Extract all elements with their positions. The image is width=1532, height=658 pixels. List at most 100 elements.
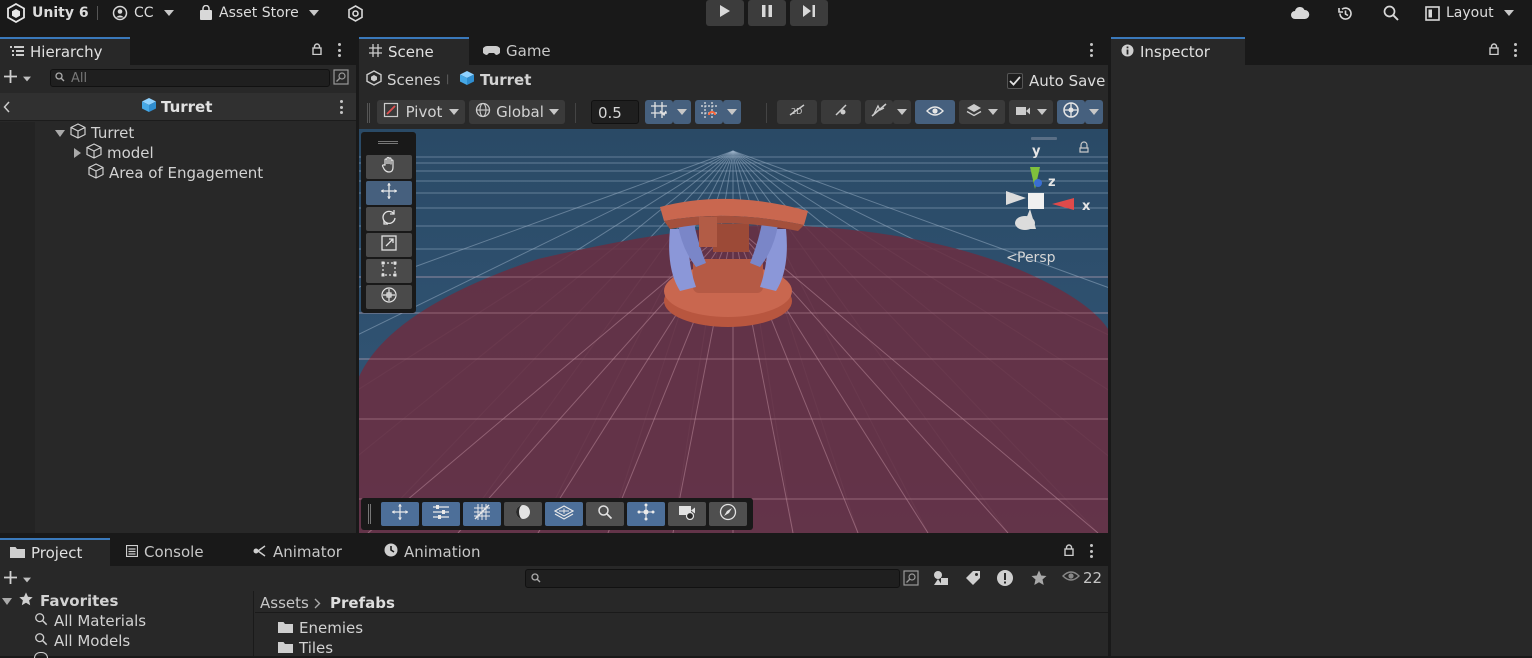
projection-label[interactable]: Persp <box>1017 250 1056 266</box>
auto-save-toggle[interactable]: Auto Save <box>1007 72 1105 90</box>
tab-console[interactable]: Console <box>116 538 214 566</box>
step-button[interactable] <box>790 0 828 26</box>
splitter[interactable] <box>0 533 1108 536</box>
toggle-2d-button[interactable]: 2D <box>777 100 817 124</box>
unity-menu[interactable]: Unity 6 <box>6 0 89 26</box>
hand-tool-button[interactable] <box>366 155 412 179</box>
scene-search-icon[interactable] <box>333 69 349 89</box>
gizmos-button[interactable] <box>1057 100 1085 124</box>
play-button[interactable] <box>706 0 744 26</box>
layers-dropdown[interactable] <box>959 100 1005 124</box>
rect-tool-button[interactable] <box>366 259 412 283</box>
more-options-icon[interactable] <box>339 100 343 114</box>
filter-by-label-icon[interactable] <box>964 569 982 591</box>
tab-animation[interactable]: Animation <box>374 538 490 566</box>
lock-icon[interactable] <box>1064 544 1074 557</box>
scene-header: Turret <box>0 93 356 121</box>
project-search-input[interactable] <box>525 569 900 588</box>
more-options-icon[interactable] <box>1513 43 1517 57</box>
breadcrumb-prefabs[interactable]: Prefabs <box>330 594 395 612</box>
history-button[interactable] <box>1337 0 1354 26</box>
services-button[interactable] <box>347 0 364 26</box>
splitter[interactable] <box>1108 35 1111 656</box>
tab-inspector[interactable]: Inspector <box>1111 37 1245 65</box>
folder-item[interactable]: Enemies <box>278 618 363 638</box>
back-icon[interactable] <box>3 101 11 117</box>
orientation-gizmo[interactable]: y z x < Persp <box>986 137 1104 267</box>
navigation-toggle[interactable] <box>709 502 747 526</box>
more-options-icon[interactable] <box>1089 544 1093 558</box>
particle-toggle[interactable] <box>627 502 665 526</box>
pivot-dropdown[interactable]: Pivot <box>377 100 465 124</box>
favorite-item[interactable]: All Materials <box>34 611 146 631</box>
pause-button[interactable] <box>748 0 786 26</box>
global-dropdown[interactable]: Global <box>469 100 565 124</box>
more-options-icon[interactable] <box>337 43 341 57</box>
layout-dropdown[interactable]: Layout <box>1425 0 1514 26</box>
asset-store-dropdown[interactable]: Asset Store <box>199 0 319 26</box>
hierarchy-item-turret[interactable]: Turret <box>55 123 134 143</box>
collapse-arrow-icon[interactable] <box>74 148 81 158</box>
tab-project[interactable]: Project <box>0 538 110 566</box>
overlay-grip[interactable] <box>378 141 398 144</box>
breadcrumb-turret[interactable]: Turret <box>459 70 531 90</box>
breadcrumb-scenes[interactable]: Scenes <box>366 70 441 90</box>
tab-animator[interactable]: Animator <box>243 538 352 566</box>
increment-snap-dropdown[interactable] <box>723 100 741 124</box>
camera-dropdown[interactable] <box>1009 100 1053 124</box>
expand-arrow-icon[interactable] <box>55 129 65 137</box>
hidden-packages-toggle[interactable]: 22 <box>1062 569 1102 587</box>
tab-scene[interactable]: Scene <box>359 37 469 65</box>
move-gizmo-toggle[interactable] <box>381 502 419 526</box>
hierarchy-panel: All Turret Turret model Area of Engageme… <box>0 65 356 533</box>
gizmos-dropdown[interactable] <box>1085 100 1103 124</box>
expand-arrow-icon[interactable] <box>2 597 12 605</box>
warning-filter-icon[interactable] <box>996 569 1014 591</box>
prefab-scene-title: Turret <box>141 97 212 117</box>
search-button[interactable] <box>1383 0 1399 26</box>
search-in-scene-icon[interactable] <box>903 570 919 590</box>
tab-hierarchy[interactable]: Hierarchy <box>0 37 130 65</box>
snap-value-field[interactable]: 0.5 <box>591 100 639 124</box>
account-dropdown[interactable]: CC <box>112 0 174 26</box>
transform-tool-button[interactable] <box>366 285 412 309</box>
checkbox-checked-icon[interactable] <box>1007 73 1023 89</box>
hierarchy-item-area-of-engagement[interactable]: Area of Engagement <box>88 163 263 183</box>
scene-viewport[interactable]: y z x < Persp <box>358 129 1108 533</box>
effects-dropdown[interactable] <box>893 100 911 124</box>
search-scene-toggle[interactable] <box>586 502 624 526</box>
hierarchy-item-model[interactable]: model <box>74 143 154 163</box>
audio-toggle-button[interactable] <box>865 100 893 124</box>
surface-snap-toggle[interactable] <box>545 502 583 526</box>
rotate-tool-button[interactable] <box>366 207 412 231</box>
create-button[interactable] <box>4 70 32 87</box>
project-create-button[interactable] <box>4 571 32 588</box>
hierarchy-search-input[interactable]: All <box>50 69 330 87</box>
camera-preview-toggle[interactable] <box>668 502 706 526</box>
component-tools-toggle[interactable] <box>422 502 460 526</box>
grid-snap-dropdown[interactable] <box>673 100 691 124</box>
overlay-grip[interactable] <box>368 504 371 524</box>
tab-game[interactable]: Game <box>473 37 561 65</box>
breadcrumb-assets[interactable]: Assets <box>260 594 309 612</box>
filter-by-type-icon[interactable] <box>932 569 950 591</box>
folder-item[interactable]: Tiles <box>278 638 333 658</box>
cloud-button[interactable] <box>1290 0 1310 26</box>
favorite-star-icon[interactable] <box>1030 569 1048 591</box>
scale-tool-button[interactable] <box>366 233 412 257</box>
lock-icon[interactable] <box>1489 43 1499 56</box>
move-tool-button[interactable] <box>366 181 412 205</box>
more-options-icon[interactable] <box>1089 43 1093 57</box>
toolbar-grip[interactable] <box>367 103 370 123</box>
favorites-header[interactable]: Favorites <box>2 591 118 611</box>
increment-snap-button[interactable] <box>695 100 723 124</box>
scene-visibility-button[interactable] <box>915 100 955 124</box>
draw-mode-toggle[interactable] <box>504 502 542 526</box>
lighting-toggle-button[interactable] <box>821 100 861 124</box>
grid-snap-button[interactable] <box>645 100 673 124</box>
grid-visibility-toggle[interactable] <box>463 502 501 526</box>
lock-icon[interactable] <box>312 43 322 56</box>
history-icon <box>1337 5 1354 22</box>
splitter[interactable] <box>356 35 359 533</box>
favorite-item[interactable]: All Models <box>34 631 130 651</box>
